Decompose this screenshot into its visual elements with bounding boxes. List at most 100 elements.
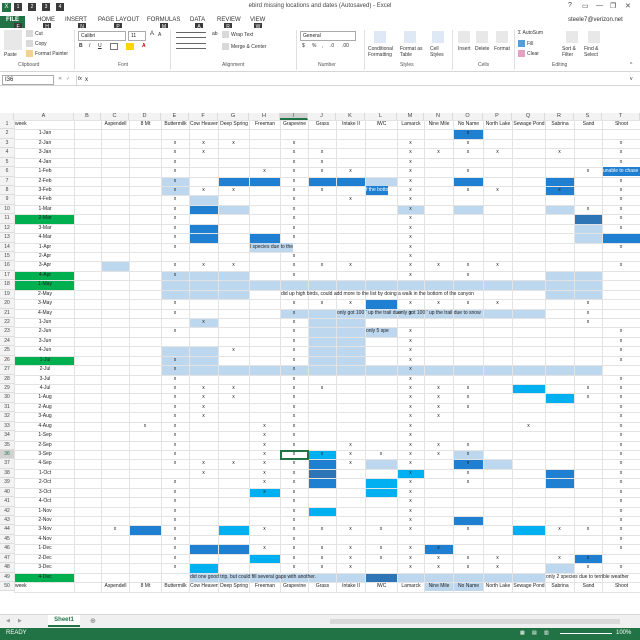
row-header-36[interactable]: 36	[0, 450, 14, 460]
x-mark-cell[interactable]: x	[602, 535, 640, 544]
page-break-view-icon[interactable]: ▥	[544, 630, 549, 636]
x-mark-cell[interactable]: x	[161, 412, 189, 421]
column-title-cell[interactable]: Aspendell	[102, 582, 129, 591]
x-mark-cell[interactable]: x	[424, 441, 453, 450]
increase-decimal-icon[interactable]: .0	[330, 43, 334, 49]
x-mark-cell[interactable]: x	[161, 195, 189, 204]
sheet-tab-sheet1[interactable]: Sheet1	[48, 615, 80, 627]
week-label-cell[interactable]: 3-Aug	[17, 412, 73, 421]
week-label-cell[interactable]: 1-Mar	[17, 205, 73, 214]
x-mark-cell[interactable]: x	[280, 507, 308, 516]
select-all-corner[interactable]	[0, 113, 14, 120]
x-mark-cell[interactable]: x	[161, 243, 189, 252]
column-title-cell[interactable]: North Lake	[484, 120, 512, 129]
new-sheet-icon[interactable]: ⊕	[90, 617, 96, 625]
column-header-L[interactable]: L	[365, 113, 397, 120]
x-mark-cell[interactable]: x	[574, 318, 602, 327]
collapse-ribbon-icon[interactable]: ^	[630, 62, 632, 68]
x-mark-cell[interactable]: x	[397, 478, 424, 487]
x-mark-cell[interactable]: x	[249, 459, 280, 468]
week-label-cell[interactable]: 4-Feb	[17, 195, 73, 204]
x-mark-cell[interactable]: x	[602, 450, 640, 459]
week-label-cell[interactable]: 3-May	[17, 299, 73, 308]
zoom-level[interactable]: 100%	[616, 630, 631, 636]
note-cell[interactable]: only 2 species due to terrible weather	[546, 573, 629, 582]
x-mark-cell[interactable]: x	[189, 148, 218, 157]
x-mark-cell[interactable]: x	[602, 469, 640, 478]
x-mark-cell[interactable]: x	[397, 233, 424, 242]
x-mark-cell[interactable]: x	[602, 422, 640, 431]
x-mark-cell[interactable]: x	[280, 299, 308, 308]
column-title-cell[interactable]: Freeman	[250, 582, 280, 591]
cell-styles-button[interactable]: Cell Styles	[430, 46, 450, 58]
row-header-40[interactable]: 40	[0, 487, 14, 498]
close-icon[interactable]: ✕	[625, 2, 631, 10]
row-header-11[interactable]: 11	[0, 214, 14, 224]
week-label-cell[interactable]: 4-Oct	[17, 497, 73, 506]
x-mark-cell[interactable]: x	[424, 393, 453, 402]
x-mark-cell[interactable]: x	[574, 393, 602, 402]
page-layout-view-icon[interactable]: ▤	[532, 630, 537, 636]
x-mark-cell[interactable]: x	[483, 299, 512, 308]
x-mark-cell[interactable]: x	[397, 252, 424, 261]
row-header-30[interactable]: 30	[0, 393, 14, 403]
column-title-cell[interactable]: Nine Mile	[425, 582, 453, 591]
x-mark-cell[interactable]: x	[189, 186, 218, 195]
find-select-icon[interactable]	[588, 31, 600, 43]
sort-filter-button[interactable]: Sort & Filter	[562, 46, 584, 58]
note-cell[interactable]: only got 100 ' up the trail due	[337, 309, 401, 318]
row-header-27[interactable]: 27	[0, 365, 14, 375]
x-mark-cell[interactable]: x	[161, 233, 189, 242]
x-mark-cell[interactable]: x	[453, 271, 483, 280]
week-label-cell[interactable]: 1-Jul	[17, 356, 73, 365]
x-mark-cell[interactable]: x	[397, 375, 424, 384]
row-header-19[interactable]: 19	[0, 289, 14, 300]
column-header-T[interactable]: T	[602, 113, 640, 120]
x-mark-cell[interactable]: x	[218, 384, 249, 393]
find-select-button[interactable]: Find & Select	[584, 46, 606, 58]
column-header-F[interactable]: F	[189, 113, 218, 120]
shrink-font-icon[interactable]: A	[158, 32, 161, 38]
week-label-cell[interactable]: 1-Sep	[17, 431, 73, 440]
x-mark-cell[interactable]: x	[218, 261, 249, 270]
x-mark-cell[interactable]: x	[424, 384, 453, 393]
x-mark-cell[interactable]: x	[161, 478, 189, 487]
column-title-cell[interactable]: Grapevine	[281, 582, 308, 591]
week-label-cell[interactable]: 4-Apr	[17, 271, 73, 280]
align-left-icon[interactable]	[176, 43, 206, 49]
x-mark-cell[interactable]: x	[545, 554, 574, 563]
column-title-cell[interactable]: 8 Mt	[130, 582, 161, 591]
week-label-cell[interactable]: 2-Oct	[17, 478, 73, 487]
x-mark-cell[interactable]: x	[397, 412, 424, 421]
x-mark-cell[interactable]: x	[602, 403, 640, 412]
column-header-J[interactable]: J	[308, 113, 336, 120]
x-mark-cell[interactable]: x	[161, 403, 189, 412]
x-mark-cell[interactable]: x	[280, 195, 308, 204]
row-header-6[interactable]: 6	[0, 167, 14, 177]
x-mark-cell[interactable]: x	[280, 525, 308, 534]
column-title-cell[interactable]: Nine Mile	[425, 120, 453, 129]
x-mark-cell[interactable]: x	[397, 488, 424, 497]
decrease-decimal-icon[interactable]: .00	[342, 43, 349, 49]
row-header-16[interactable]: 16	[0, 261, 14, 271]
x-mark-cell[interactable]: x	[574, 205, 602, 214]
x-mark-cell[interactable]: x	[218, 139, 249, 148]
horizontal-scrollbar[interactable]	[330, 619, 620, 624]
x-mark-cell[interactable]: x	[280, 139, 308, 148]
x-mark-cell[interactable]: x	[161, 261, 189, 270]
x-mark-cell[interactable]: x	[161, 393, 189, 402]
paste-button[interactable]: Paste	[4, 52, 17, 58]
week-label-cell[interactable]: 4-Sep	[17, 459, 73, 468]
fill-color-icon[interactable]	[126, 43, 134, 50]
x-mark-cell[interactable]: x	[602, 158, 640, 167]
x-mark-cell[interactable]: x	[308, 261, 336, 270]
column-title-cell[interactable]: Lamarck	[398, 582, 424, 591]
selected-cell[interactable]	[280, 450, 309, 461]
row-header-32[interactable]: 32	[0, 412, 14, 422]
x-mark-cell[interactable]: x	[602, 224, 640, 233]
x-mark-cell[interactable]: x	[453, 393, 483, 402]
row-header-14[interactable]: 14	[0, 242, 14, 252]
x-mark-cell[interactable]: x	[161, 309, 189, 318]
x-mark-cell[interactable]: x	[424, 148, 453, 157]
week-label-cell[interactable]: 4-Jun	[17, 346, 73, 355]
